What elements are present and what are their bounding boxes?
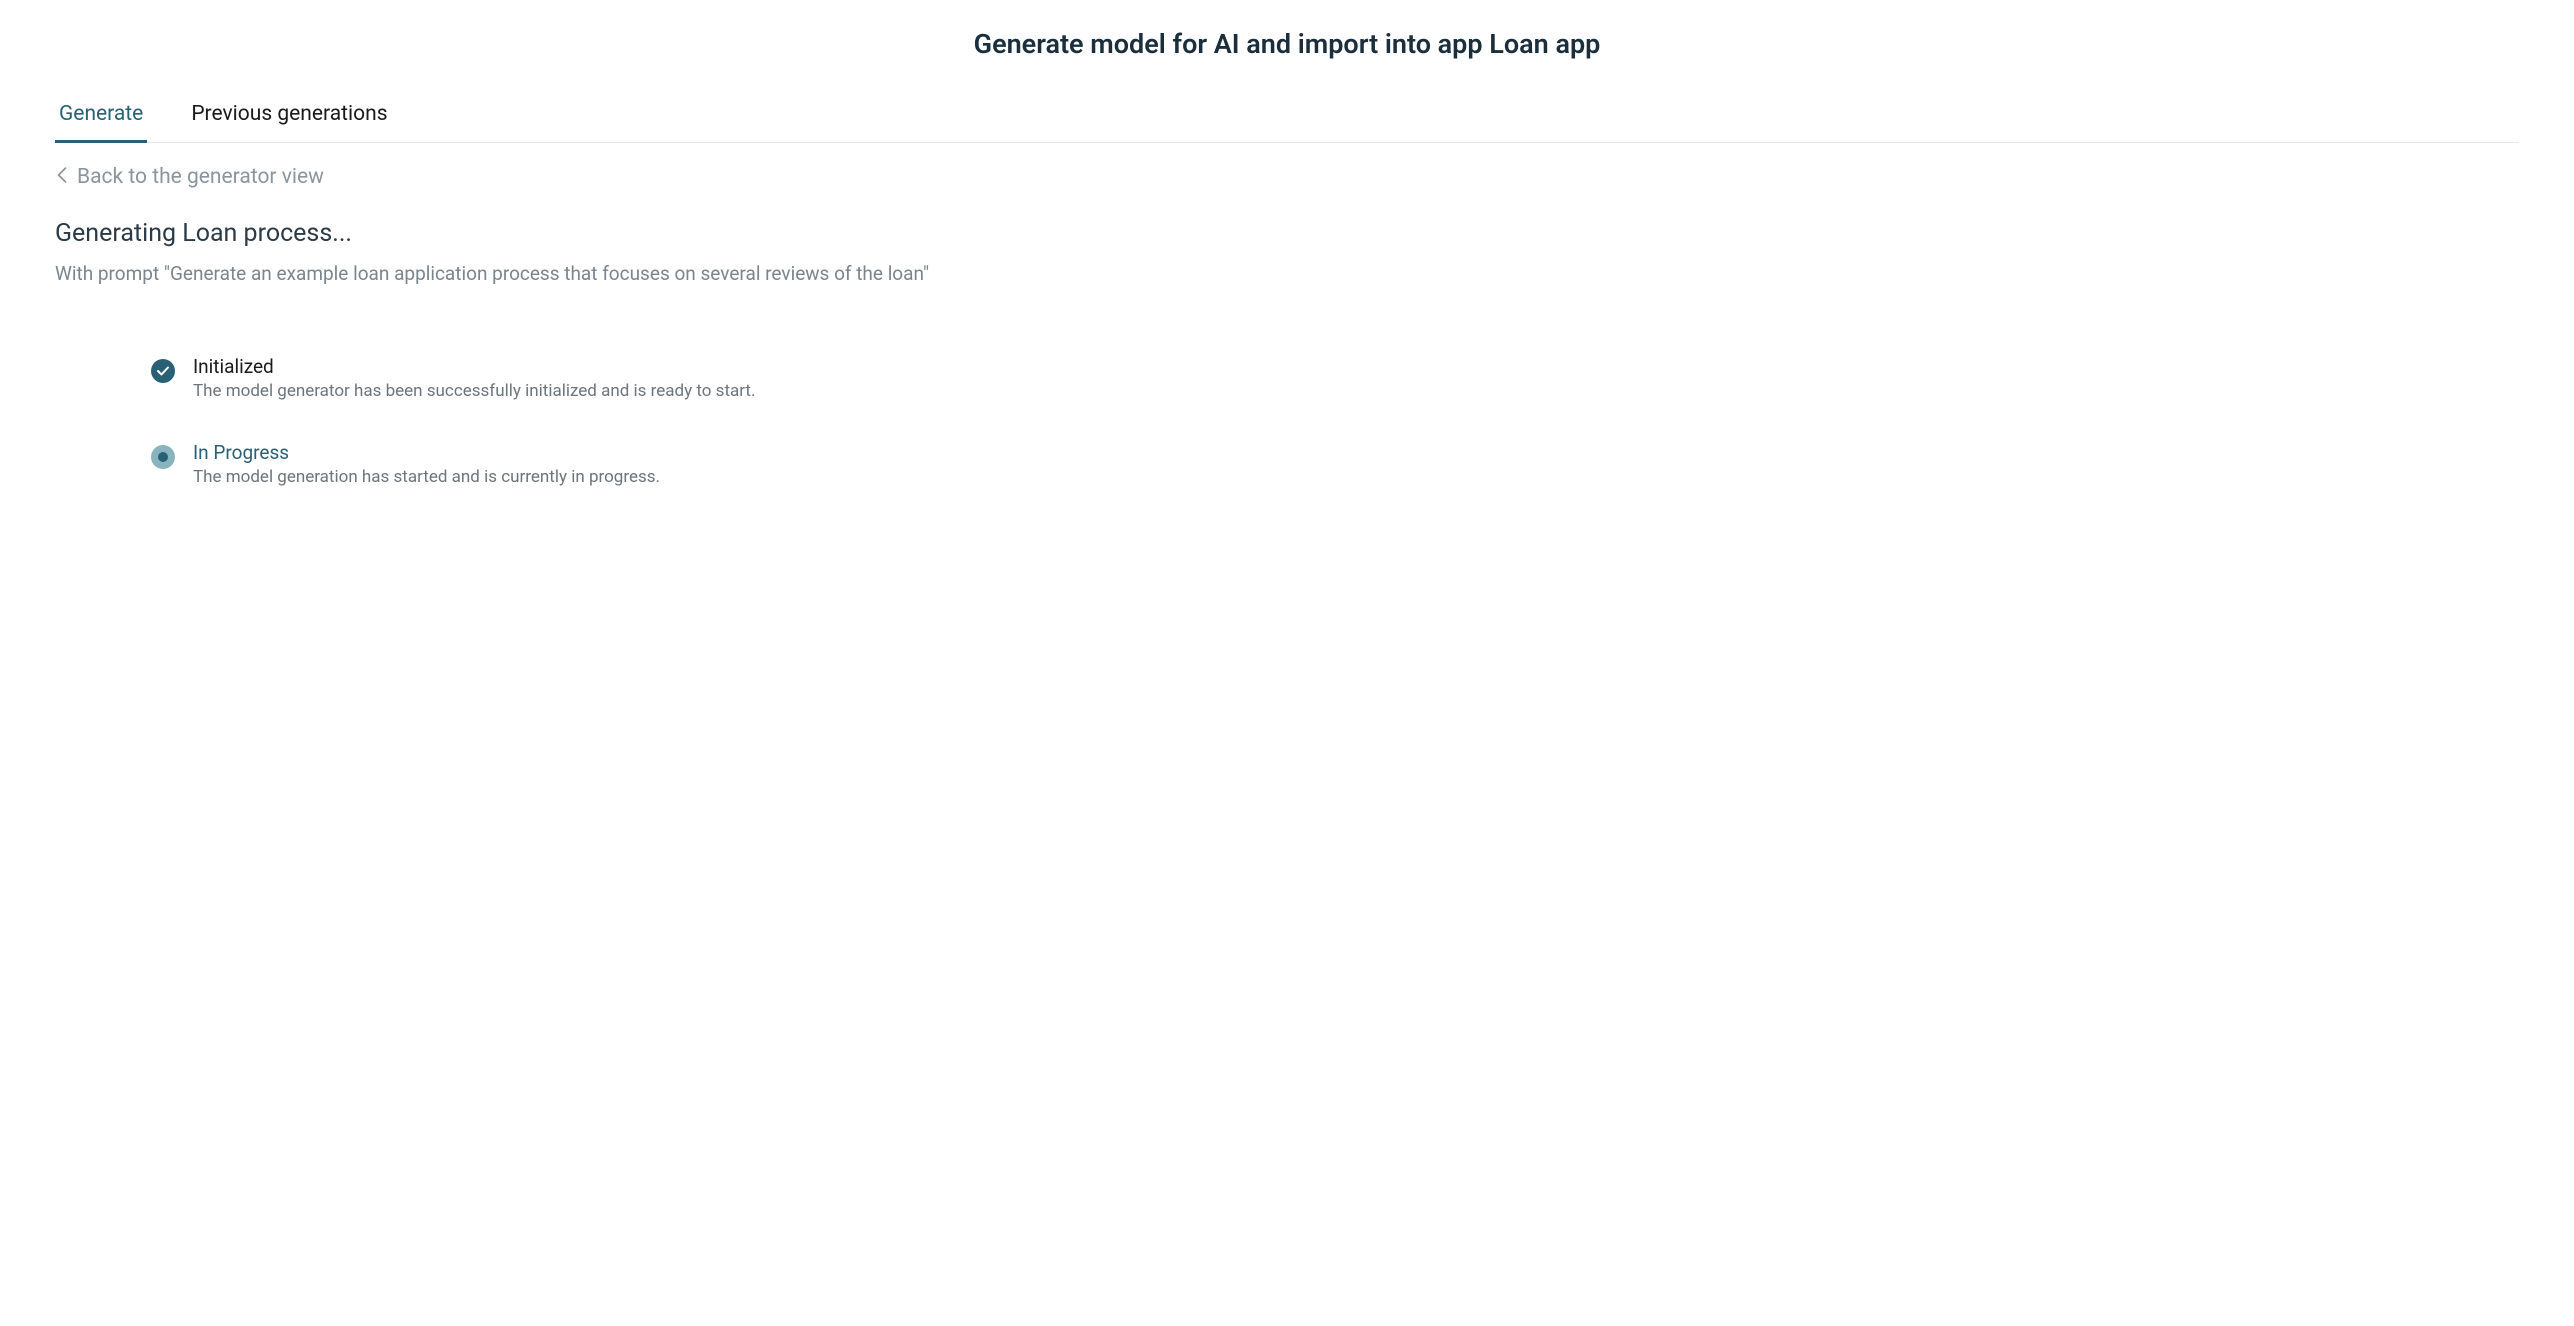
status-title: In Progress <box>193 441 2519 464</box>
tab-generate[interactable]: Generate <box>55 90 147 143</box>
page-title: Generate model for AI and import into ap… <box>55 20 2519 90</box>
tabs-container: Generate Previous generations <box>55 90 2519 143</box>
status-item-initialized: Initialized The model generator has been… <box>151 355 2519 401</box>
status-item-in-progress: In Progress The model generation has sta… <box>151 441 2519 487</box>
status-content: Initialized The model generator has been… <box>193 355 2519 401</box>
status-title: Initialized <box>193 355 2519 378</box>
status-content: In Progress The model generation has sta… <box>193 441 2519 487</box>
status-description: The model generator has been successfull… <box>193 381 2519 401</box>
tab-previous-generations[interactable]: Previous generations <box>187 90 391 143</box>
status-list: Initialized The model generator has been… <box>55 355 2519 487</box>
status-description: The model generation has started and is … <box>193 467 2519 487</box>
back-link[interactable]: Back to the generator view <box>55 143 2519 219</box>
progress-icon <box>151 445 175 469</box>
prompt-text: With prompt "Generate an example loan ap… <box>55 262 2519 285</box>
chevron-left-icon <box>57 165 67 189</box>
generating-title: Generating Loan process... <box>55 219 2519 248</box>
back-link-label: Back to the generator view <box>77 165 324 189</box>
check-icon <box>151 359 175 383</box>
